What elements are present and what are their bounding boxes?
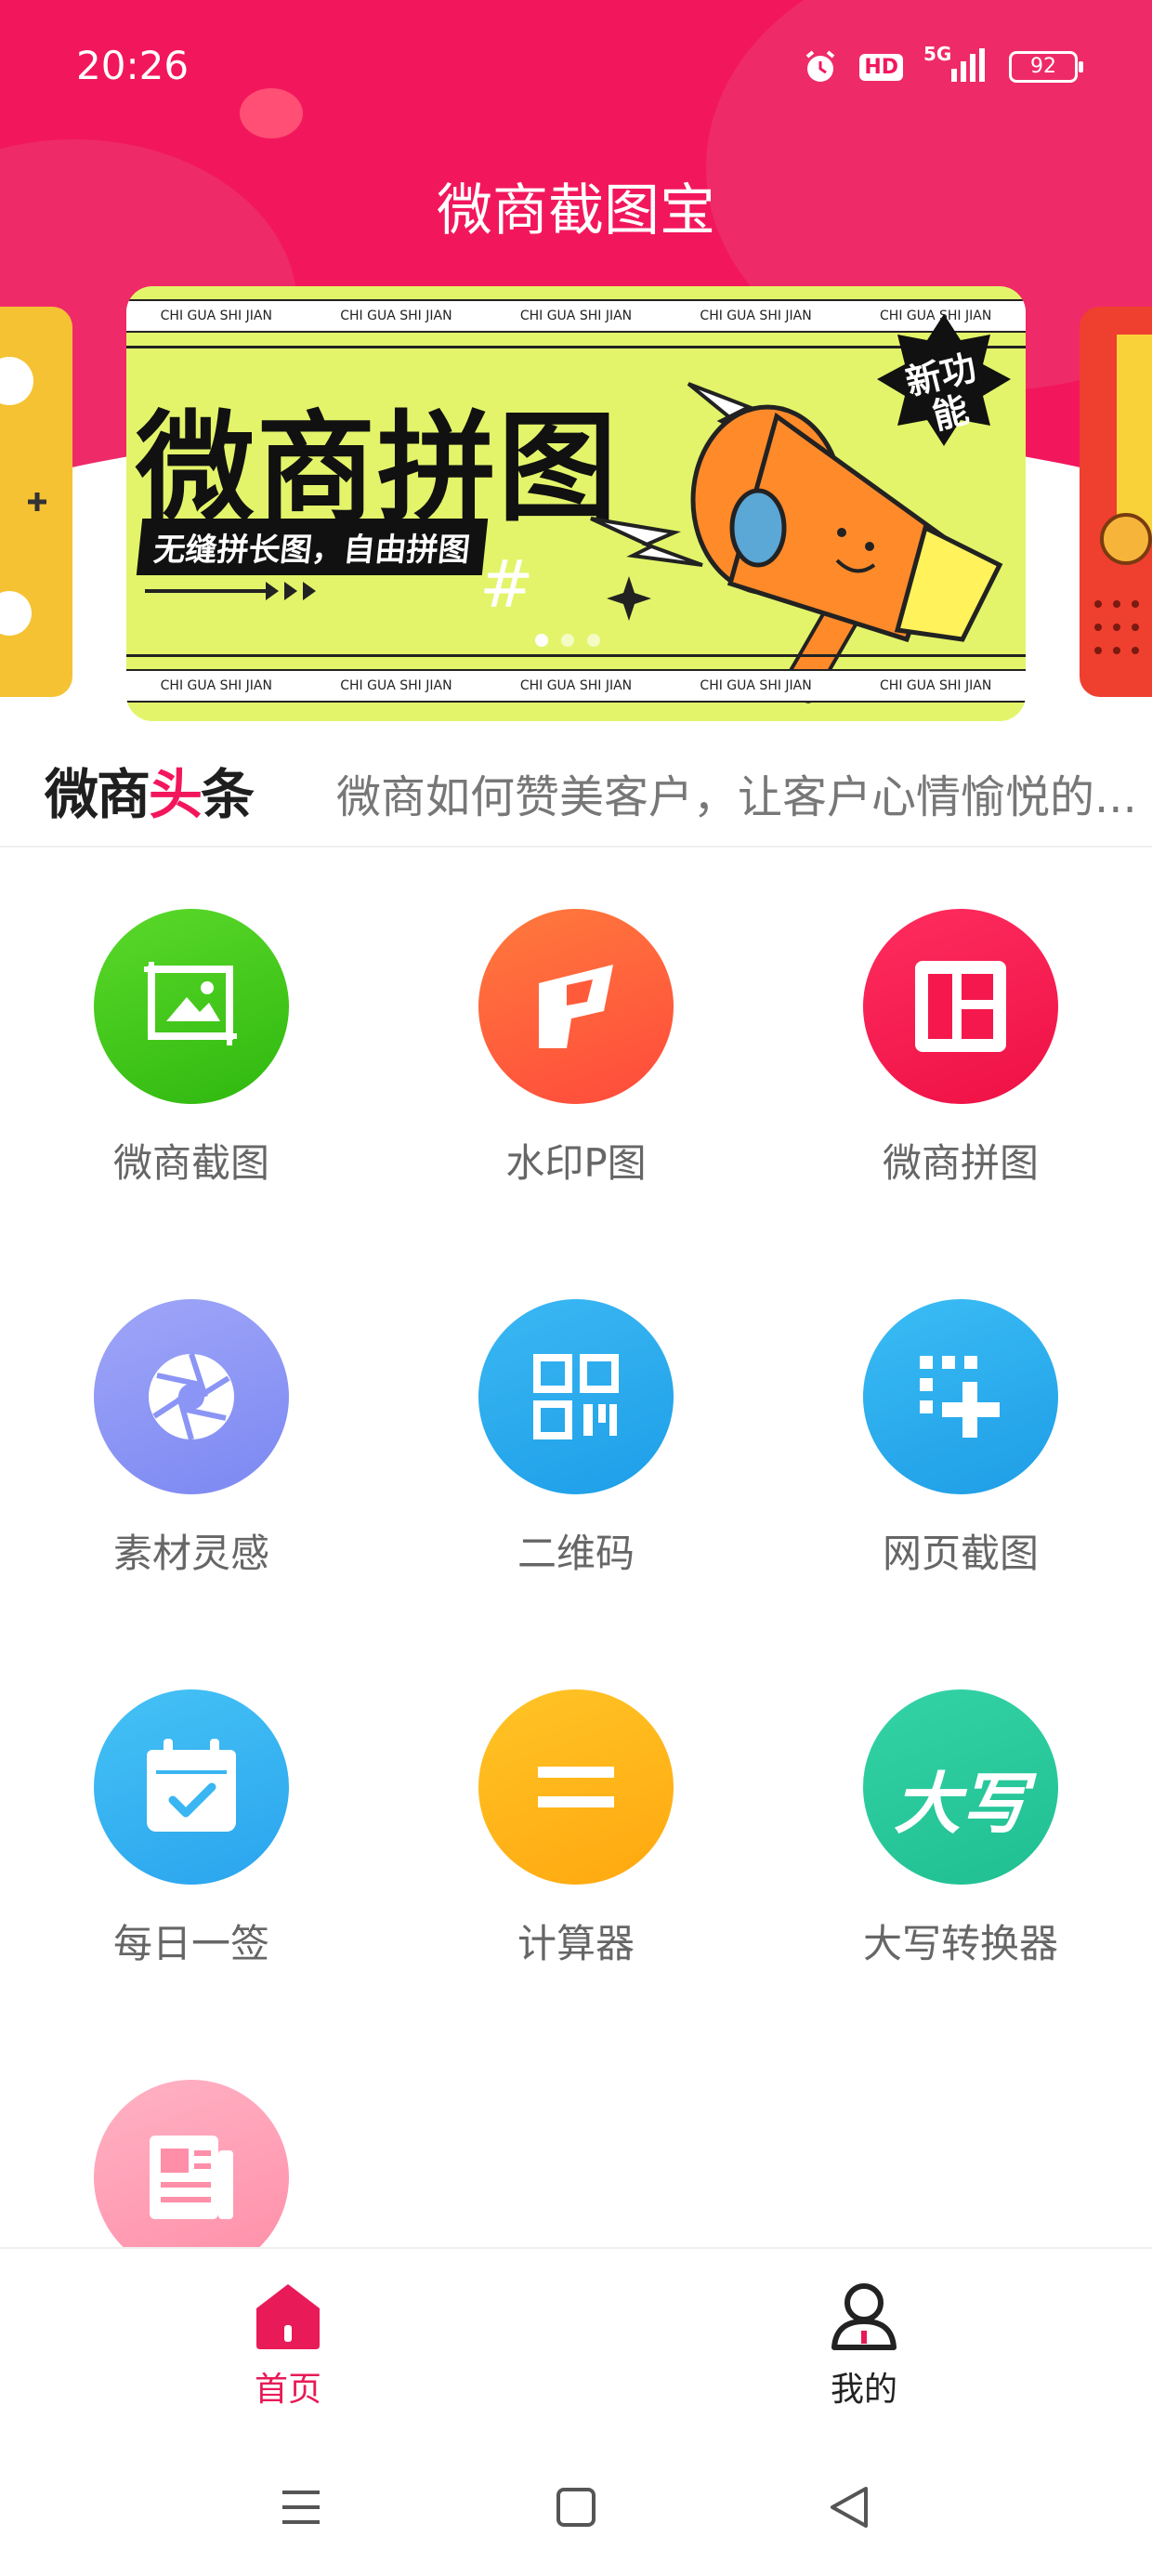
battery-level: 92 [1030,55,1056,78]
home-icon [256,2284,320,2349]
equals-icon [478,1689,674,1885]
system-nav-bar [0,2457,1152,2576]
carousel-dot-active[interactable] [535,634,548,647]
tool-watermark-edit[interactable]: 水印P图 [437,909,715,1189]
tool-uppercase-converter[interactable]: 大写 大写转换器 [821,1689,1100,1969]
carousel-dot[interactable] [561,634,574,647]
tool-material-inspiration[interactable]: 素材灵感 [52,1299,331,1579]
tool-label: 微商截图 [112,1140,269,1186]
status-time: 20:26 [76,43,190,88]
status-icons: HD 5G 92 [802,43,1083,85]
tool-label: 素材灵感 [112,1531,269,1576]
tool-label: 大写转换器 [862,1921,1058,1966]
user-icon [831,2283,897,2350]
signal-icon: 5G [923,43,988,85]
carousel-indicators [535,634,600,647]
ticker-headline[interactable]: 微商如何赞美客户，让客户心情愉悦的... [336,760,1145,825]
menu-icon[interactable] [279,2485,323,2530]
tool-wechat-screenshot[interactable]: 微商截图 [52,909,331,1189]
tool-label: 二维码 [517,1531,635,1576]
tool-qr-code[interactable]: 二维码 [437,1299,715,1579]
tool-news[interactable] [52,2080,331,2275]
tool-web-capture[interactable]: 网页截图 [821,1299,1100,1579]
banner-bottom-strip: CHI GUA SHI JIAN CHI GUA SHI JIAN CHI GU… [126,669,1026,703]
carousel-dot[interactable] [587,634,600,647]
news-ticker[interactable]: 微商头条 微商如何赞美客户，让客户心情愉悦的... [0,734,1152,848]
tab-mine-label: 我的 [830,2371,897,2409]
ticker-brand-logo: 微商头条 [45,763,255,826]
home-square-icon[interactable] [556,2487,596,2528]
promo-banner[interactable]: CHI GUA SHI JIAN CHI GUA SHI JIAN CHI GU… [126,286,1026,721]
network-type-label: 5G [923,43,952,65]
tool-daily-sign[interactable]: 每日一签 [52,1689,331,1969]
collage-icon [863,909,1058,1104]
tab-home[interactable]: 首页 [149,2279,427,2411]
uppercase-text-icon: 大写 [863,1689,1058,1885]
tool-calculator[interactable]: 计算器 [437,1689,715,1969]
web-capture-icon [863,1299,1058,1494]
tab-mine[interactable]: 我的 [725,2279,1003,2411]
tool-label: 水印P图 [505,1140,647,1186]
hd-icon: HD [859,53,903,81]
tool-collage[interactable]: 微商拼图 [821,909,1100,1189]
newspaper-icon [94,2080,289,2275]
carousel-prev-card[interactable] [0,307,72,697]
page-title: 微商截图宝 [437,178,715,243]
alarm-icon [806,50,835,82]
svg-text:#: # [479,546,534,623]
image-edit-icon [94,909,289,1104]
calendar-check-icon [94,1689,289,1885]
battery-icon: 92 [1009,51,1083,83]
tool-label: 每日一签 [112,1921,269,1966]
tool-label: 网页截图 [882,1531,1039,1576]
qr-code-icon [478,1299,674,1494]
uppercase-glyph: 大写 [893,1765,1028,1843]
watermark-icon [478,909,674,1104]
back-triangle-icon[interactable] [827,2485,871,2530]
aperture-icon [94,1299,289,1494]
header-decor-dot [240,88,303,138]
tool-label: 计算器 [517,1921,635,1966]
bottom-tab-bar: 首页 我的 [0,2247,1152,2459]
tab-home-label: 首页 [254,2371,321,2409]
carousel-next-card[interactable] [1080,307,1152,697]
tool-label: 微商拼图 [882,1140,1039,1186]
